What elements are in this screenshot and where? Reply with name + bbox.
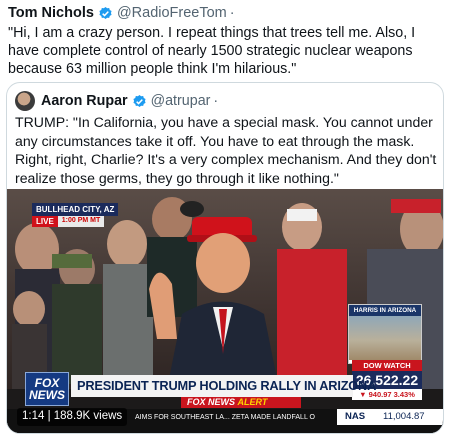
avatar[interactable] xyxy=(15,91,35,111)
quoted-author-handle[interactable]: @atrupar xyxy=(151,93,211,109)
dow-title: DOW WATCH xyxy=(352,360,422,371)
separator-dot: · xyxy=(229,5,235,21)
inset-video: HARRIS IN ARIZONA xyxy=(348,304,422,364)
quoted-tweet-card[interactable]: Aaron Rupar @atrupar · TRUMP: "In Califo… xyxy=(6,82,444,434)
video-duration-views: 1:14 | 188.9K views xyxy=(17,408,128,426)
author-handle[interactable]: @RadioFreeTom xyxy=(117,5,227,21)
video-player[interactable]: BULLHEAD CITY, AZ LIVE 1:00 PM MT HARRIS… xyxy=(7,189,443,433)
nasdaq-value: 11,004.87 xyxy=(383,411,425,422)
inset-title: HARRIS IN ARIZONA xyxy=(349,305,421,316)
fox-logo-line2: NEWS xyxy=(29,388,65,402)
headline-banner: PRESIDENT TRUMP HOLDING RALLY IN ARIZONA xyxy=(71,375,376,397)
inset-scene xyxy=(349,316,421,360)
author-name[interactable]: Tom Nichols xyxy=(8,5,94,21)
tweet-text: "Hi, I am a crazy person. I repeat thing… xyxy=(8,25,416,77)
live-badge: LIVE xyxy=(32,216,58,227)
verified-badge-icon xyxy=(133,94,146,107)
ticker-text: AIMS FOR SOUTHEAST LA... ZETA MADE LANDF… xyxy=(135,414,315,421)
nasdaq-label: NAS xyxy=(345,411,366,422)
quoted-tweet-header: Aaron Rupar @atrupar · xyxy=(15,91,221,111)
alert-bar: FOX NEWS ALERT xyxy=(181,397,301,408)
location-label: BULLHEAD CITY, AZ xyxy=(32,203,119,216)
separator-dot: · xyxy=(213,93,219,109)
alert-word: ALERT xyxy=(237,397,268,407)
location-tag: BULLHEAD CITY, AZ LIVE 1:00 PM MT xyxy=(32,203,119,227)
nasdaq-box: NAS 11,004.87 xyxy=(337,409,443,425)
tweet-header: Tom Nichols @RadioFreeTom · xyxy=(8,4,238,22)
broadcast-time: 1:00 PM MT xyxy=(57,216,105,227)
quoted-tweet-text: TRUMP: "In California, you have a specia… xyxy=(15,114,437,186)
verified-badge-icon xyxy=(99,6,112,19)
lower-third: FOX NEWS PRESIDENT TRUMP HOLDING RALLY I… xyxy=(25,372,376,408)
quoted-author-name[interactable]: Aaron Rupar xyxy=(41,93,128,109)
alert-prefix: FOX NEWS xyxy=(187,397,236,407)
fox-news-logo: FOX NEWS xyxy=(25,372,69,406)
